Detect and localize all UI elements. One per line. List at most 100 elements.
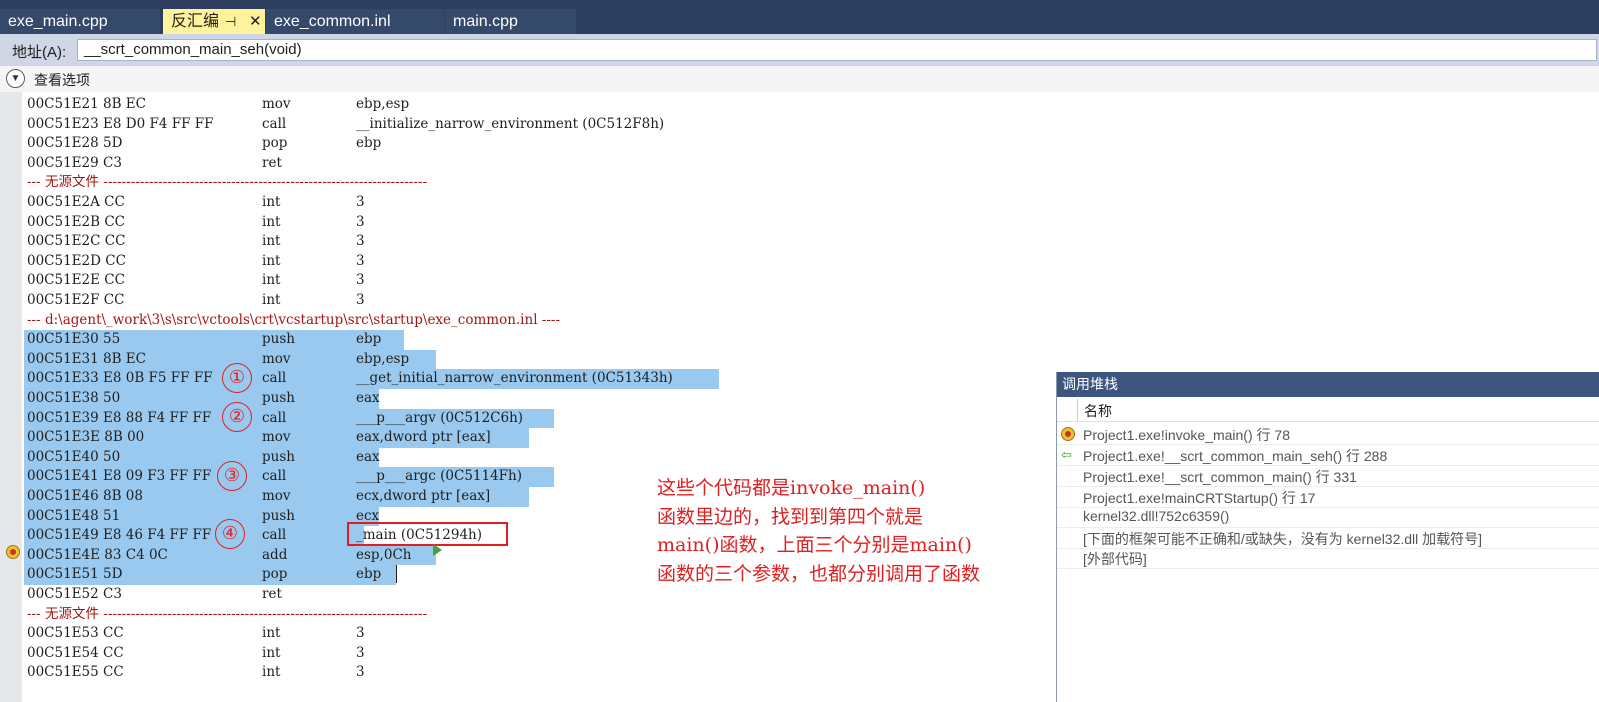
instruction-line[interactable]: 00C51E2D CC int 3	[24, 252, 924, 272]
annotation-circle-1: ①	[222, 363, 252, 393]
call-stack-row[interactable]: ⇦ Project1.exe!__scrt_common_main_seh() …	[1057, 445, 1599, 466]
instruction-line[interactable]: 00C51E2B CC int 3	[24, 213, 924, 233]
instruction-operands: 3	[356, 233, 365, 250]
instruction-line[interactable]: 00C51E31 8B EC mov ebp,esp	[24, 350, 924, 370]
instruction-address: 00C51E48 51	[27, 507, 121, 524]
instruction-line[interactable]: 00C51E40 50 push eax	[24, 448, 924, 468]
instruction-line[interactable]: 00C51E30 55 push ebp	[24, 330, 924, 350]
pin-icon[interactable]: ⊣	[225, 9, 236, 34]
instruction-address: 00C51E40 50	[27, 448, 121, 465]
instruction-mnemonic: push	[262, 507, 295, 524]
instruction-mnemonic: ret	[262, 154, 282, 171]
instruction-operands: ___p___argv (0C512C6h)	[356, 409, 524, 426]
call-stack-title[interactable]: 调用堆栈	[1057, 372, 1599, 397]
instruction-mnemonic: int	[262, 664, 281, 681]
instruction-line[interactable]: 00C51E2E CC int 3	[24, 271, 924, 291]
instruction-mnemonic: call	[262, 409, 287, 426]
instruction-address: 00C51E41 E8 09 F3 FF FF	[27, 468, 212, 485]
instruction-operands: eax	[356, 390, 380, 406]
instruction-address: 00C51E23 E8 D0 F4 FF FF	[27, 115, 214, 132]
document-tab-bar: exe_main.cpp 反汇编 ⊣ ✕ exe_common.inl main…	[0, 0, 1599, 34]
call-stack-row[interactable]: [外部代码]	[1057, 548, 1599, 569]
instruction-operands: 3	[356, 252, 365, 269]
instruction-operands: 3	[356, 292, 365, 308]
source-separator-line[interactable]: --- d:\agent\_work\3\s\src\vctools\crt\v…	[27, 311, 560, 331]
instruction-address: 00C51E39 E8 88 F4 FF FF	[27, 409, 212, 426]
instruction-address: 00C51E2E CC	[27, 272, 125, 289]
call-stack-frame: Project1.exe!invoke_main() 行 78	[1083, 427, 1290, 443]
instruction-line[interactable]: 00C51E55 CC int 3	[24, 663, 924, 683]
instruction-mnemonic: mov	[262, 96, 291, 112]
instruction-mnemonic: add	[262, 546, 288, 563]
instruction-line[interactable]: 00C51E28 5D pop ebp	[24, 134, 924, 154]
close-icon[interactable]: ✕	[249, 9, 262, 34]
column-separator[interactable]	[1077, 399, 1078, 421]
instruction-operands: ecx,dword ptr [eax]	[356, 488, 491, 504]
name-column-header[interactable]: 名称	[1084, 401, 1112, 421]
address-label: 地址(A):	[12, 44, 67, 61]
instruction-line[interactable]: 00C51E21 8B EC mov ebp,esp	[24, 95, 924, 115]
breakpoint-gutter[interactable]	[0, 92, 22, 702]
tab-main-cpp[interactable]: main.cpp	[445, 9, 576, 34]
instruction-pointer-icon	[6, 545, 20, 559]
instruction-line[interactable]: 00C51E38 50 push eax	[24, 389, 924, 409]
return-arrow-icon: ⇦	[1061, 447, 1072, 462]
call-stack-row[interactable]: kernel32.dll!752c6359()	[1057, 507, 1599, 528]
call-stack-row[interactable]: Project1.exe!invoke_main() 行 78	[1057, 424, 1599, 445]
annotation-circle-2: ②	[222, 402, 252, 432]
instruction-line[interactable]: 00C51E2F CC int 3	[24, 291, 924, 311]
instruction-line[interactable]: 00C51E29 C3 ret	[24, 154, 924, 174]
instruction-line[interactable]: 00C51E2C CC int 3	[24, 232, 924, 252]
instruction-mnemonic: int	[262, 644, 281, 661]
source-separator-line[interactable]: --- 无源文件 -------------------------------…	[27, 605, 427, 625]
instruction-operands: ___p___argc (0C5114Fh)	[356, 468, 523, 485]
instruction-line[interactable]: 00C51E54 CC int 3	[24, 644, 924, 664]
annotation-line: 函数的三个参数，也都分别调用了函数	[657, 562, 981, 585]
instruction-line[interactable]: 00C51E3E 8B 00 mov eax,dword ptr [eax]	[24, 428, 924, 448]
call-stack-frame: [外部代码]	[1083, 551, 1147, 567]
instruction-mnemonic: int	[262, 252, 281, 269]
call-stack-frame: Project1.exe!__scrt_common_main_seh() 行 …	[1083, 448, 1388, 464]
call-stack-row[interactable]: Project1.exe!__scrt_common_main() 行 331	[1057, 466, 1599, 487]
instruction-operands: ebp	[356, 566, 382, 583]
instruction-line[interactable]: 00C51E53 CC int 3	[24, 624, 924, 644]
instruction-line[interactable]: 00C51E33 E8 0B F5 FF FF call __get_initial…	[24, 369, 924, 389]
instruction-operands: 3	[356, 644, 365, 661]
instruction-mnemonic: int	[262, 272, 281, 289]
annotation-circle-3: ③	[217, 461, 247, 491]
address-input[interactable]: __scrt_common_main_seh(void)	[77, 39, 1597, 61]
annotation-line: main()函数，上面三个分别是main()	[657, 534, 972, 556]
instruction-address: 00C51E46 8B 08	[27, 488, 143, 504]
instruction-line[interactable]: 00C51E39 E8 88 F4 FF FF call ___p___argv (…	[24, 409, 924, 429]
call-stack-row[interactable]: Project1.exe!mainCRTStartup() 行 17	[1057, 487, 1599, 508]
tab-disassembly[interactable]: 反汇编 ⊣ ✕	[163, 9, 265, 34]
tab-exe-common-inl[interactable]: exe_common.inl	[266, 9, 444, 34]
tab-exe-main-cpp[interactable]: exe_main.cpp	[0, 9, 160, 34]
instruction-mnemonic: int	[262, 213, 281, 230]
instruction-operands: eax	[356, 448, 380, 465]
instruction-mnemonic: call	[262, 527, 287, 544]
instruction-mnemonic: push	[262, 448, 295, 465]
annotation-text: 这些个代码都是invoke_main() 函数里边的，找到到第四个就是 main…	[657, 474, 1077, 588]
source-separator-line[interactable]: --- 无源文件 -------------------------------…	[27, 173, 427, 193]
instruction-mnemonic: call	[262, 468, 287, 485]
instruction-operands: __initialize_narrow_environment (0C512F8…	[356, 115, 665, 132]
instruction-mnemonic: int	[262, 292, 281, 308]
instruction-address: 00C51E4E 83 C4 0C	[27, 546, 168, 563]
instruction-mnemonic: mov	[262, 488, 291, 504]
address-bar: 地址(A): __scrt_common_main_seh(void)	[0, 34, 1599, 66]
instruction-address: 00C51E33 E8 0B F5 FF FF	[27, 370, 213, 387]
instruction-operands: 3	[356, 664, 365, 681]
instruction-address: 00C51E30 55	[27, 331, 121, 348]
view-options-label[interactable]: 查看选项	[34, 70, 90, 90]
instruction-address: 00C51E2A CC	[27, 194, 125, 210]
call-stack-row[interactable]: [下面的框架可能不正确和/或缺失，没有为 kernel32.dll 加载符号]	[1057, 528, 1599, 549]
instruction-address: 00C51E2F CC	[27, 292, 125, 308]
tab-label: 反汇编	[171, 13, 220, 30]
instruction-line[interactable]: 00C51E23 E8 D0 F4 FF FF call __initialize_…	[24, 115, 924, 135]
call-stack-header: 名称	[1057, 399, 1599, 422]
instruction-address: 00C51E49 E8 46 F4 FF FF	[27, 527, 212, 544]
chevron-down-icon[interactable]: ▼	[6, 69, 25, 88]
instruction-operands: 3	[356, 213, 365, 230]
instruction-line[interactable]: 00C51E2A CC int 3	[24, 193, 924, 213]
